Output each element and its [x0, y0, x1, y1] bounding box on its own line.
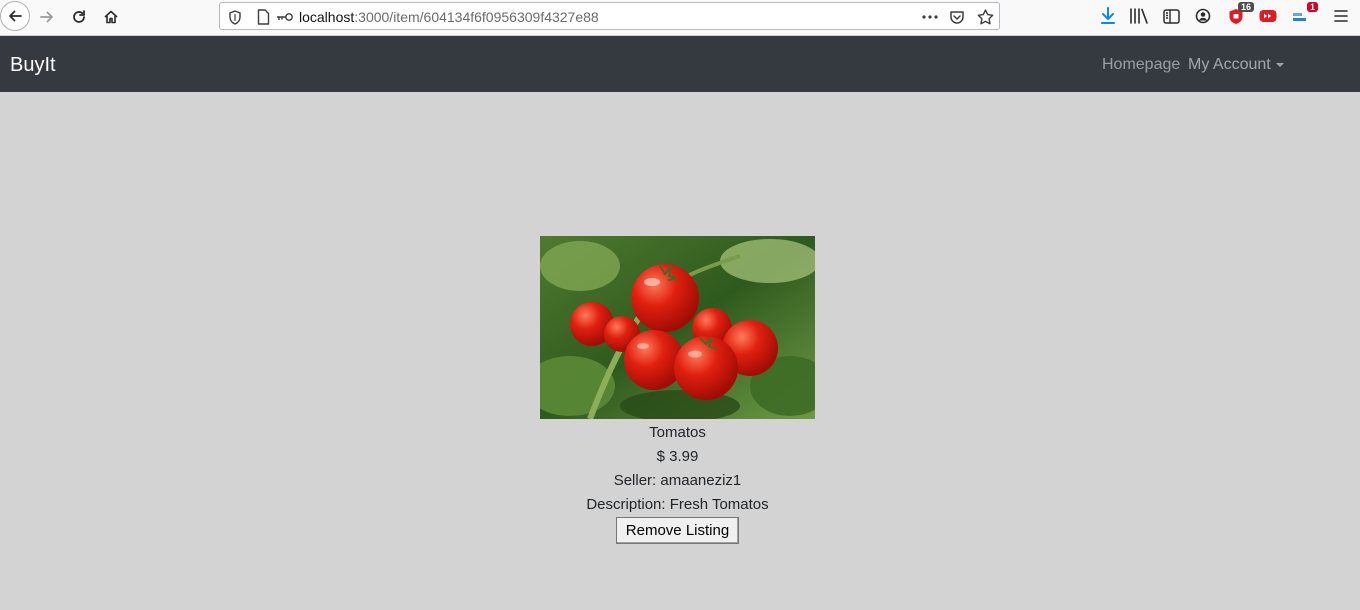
- extension-badge: 1: [1306, 2, 1318, 12]
- caret-down-icon: [1275, 63, 1284, 67]
- brand-link[interactable]: BuyIt: [10, 53, 56, 77]
- item-detail: Tomatos $ 3.99 Seller: amaaneziz1 Descri…: [480, 236, 875, 544]
- remove-listing-button[interactable]: Remove Listing: [615, 517, 740, 544]
- home-icon: [104, 10, 118, 24]
- item-description: Description: Fresh Tomatos: [586, 496, 769, 513]
- ublock-badge: 16: [1237, 2, 1254, 12]
- my-account-label: My Account: [1188, 56, 1271, 73]
- back-button[interactable]: [0, 1, 30, 31]
- reload-icon: [73, 10, 85, 23]
- my-account-dropdown[interactable]: My Account: [1188, 55, 1284, 75]
- sidebar-icon[interactable]: [1160, 5, 1182, 27]
- forward-button[interactable]: [32, 2, 62, 32]
- youtube-icon[interactable]: [1257, 5, 1279, 27]
- pocket-icon[interactable]: [948, 8, 966, 26]
- url-path: :3000/item/604134f6f0956309f4327e88: [354, 9, 599, 25]
- star-icon[interactable]: [976, 8, 994, 26]
- item-image: [540, 236, 815, 419]
- forward-icon: [40, 11, 53, 23]
- url-host: localhost: [299, 9, 355, 25]
- item-price: $ 3.99: [656, 448, 699, 465]
- download-icon[interactable]: [1097, 5, 1119, 27]
- item-name: Tomatos: [649, 424, 706, 441]
- page-icon[interactable]: [254, 8, 272, 26]
- menu-icon[interactable]: [1330, 5, 1352, 27]
- account-icon[interactable]: [1192, 5, 1214, 27]
- app-navbar: BuyIt Homepage My Account: [0, 36, 1360, 92]
- ublock-icon[interactable]: 16: [1225, 2, 1254, 27]
- url-bar[interactable]: localhost:3000/item/604134f6f0956309f432…: [219, 2, 1000, 30]
- shield-icon[interactable]: [226, 8, 244, 26]
- more-icon[interactable]: [920, 8, 940, 26]
- browser-toolbar: localhost:3000/item/604134f6f0956309f432…: [0, 0, 1360, 36]
- library-icon[interactable]: [1128, 5, 1150, 27]
- back-icon: [9, 10, 22, 22]
- url-text[interactable]: localhost:3000/item/604134f6f0956309f432…: [299, 9, 599, 25]
- key-icon[interactable]: [275, 8, 295, 26]
- item-seller: Seller: amaaneziz1: [613, 472, 742, 489]
- home-button[interactable]: [96, 2, 126, 32]
- extension-icon[interactable]: 1: [1289, 2, 1318, 27]
- homepage-link[interactable]: Homepage: [1102, 55, 1180, 75]
- reload-button[interactable]: [64, 2, 94, 32]
